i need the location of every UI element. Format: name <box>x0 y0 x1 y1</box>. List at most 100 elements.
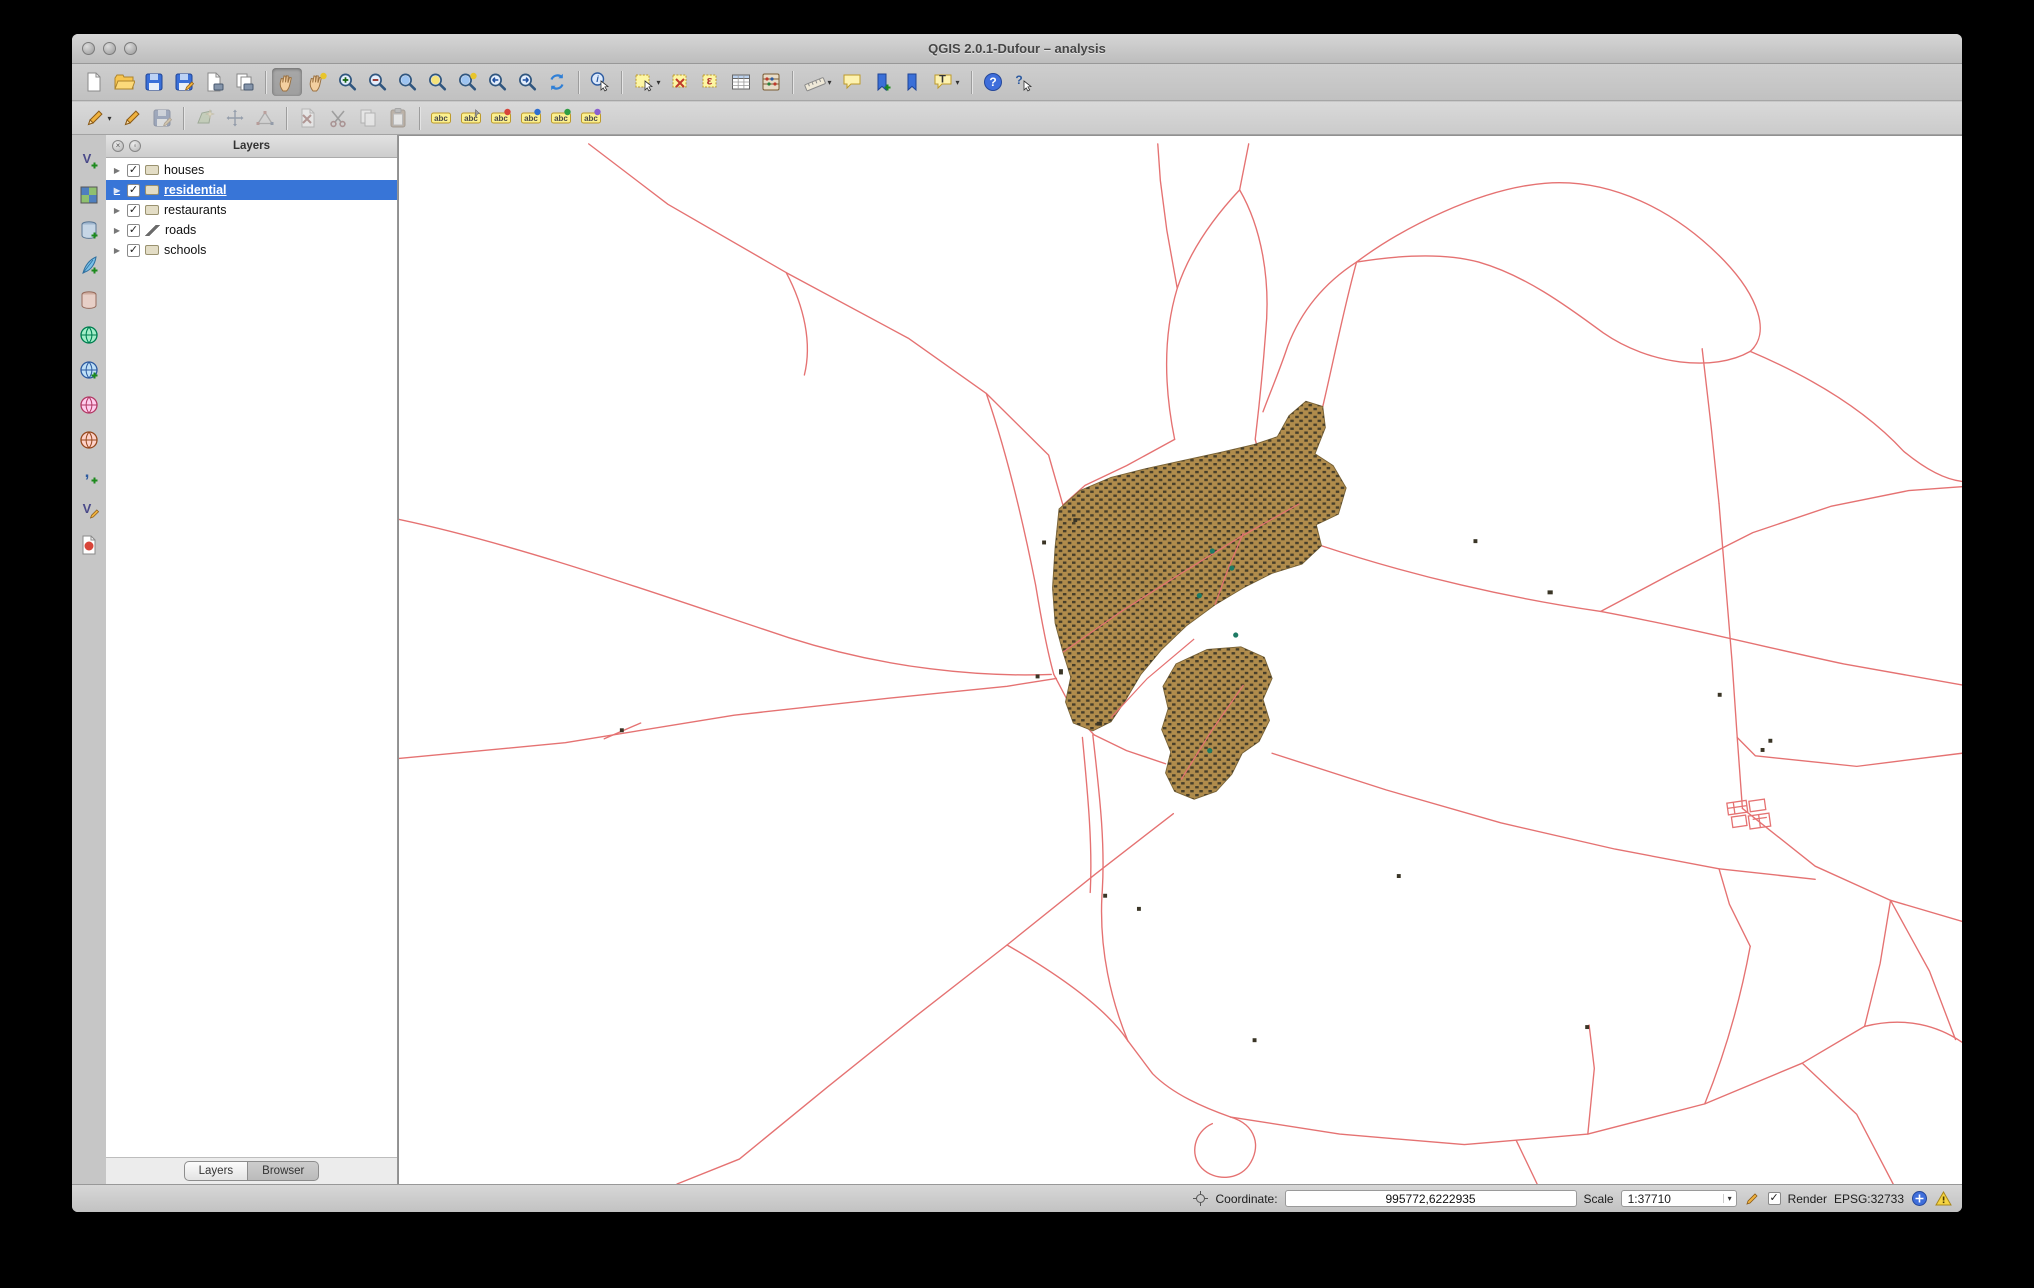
add-mssql-layer-button[interactable] <box>75 287 103 313</box>
layer-visibility-checkbox[interactable]: ✓ <box>127 243 140 257</box>
expand-arrow-icon[interactable]: ▶ <box>112 226 122 235</box>
svg-text:abc: abc <box>494 114 508 123</box>
save-layer-edits-button[interactable] <box>147 104 177 132</box>
layer-item-schools[interactable]: ▶ ✓ schools <box>106 240 397 260</box>
set-scale-icon[interactable] <box>1744 1190 1761 1207</box>
svg-text:T: T <box>940 74 947 86</box>
expand-arrow-icon[interactable]: ▶ <box>112 186 122 195</box>
layer-item-residential[interactable]: ▶ ✓ residential <box>106 180 397 200</box>
delete-selected-button[interactable] <box>293 104 323 132</box>
layer-type-icon <box>145 185 159 195</box>
identify-features-button[interactable]: i <box>585 68 615 96</box>
crs-status-icon[interactable] <box>1911 1190 1928 1207</box>
new-project-button[interactable] <box>79 68 109 96</box>
open-project-button[interactable] <box>109 68 139 96</box>
add-spatialite-layer-button[interactable] <box>75 252 103 278</box>
layer-visibility-checkbox[interactable]: ✓ <box>127 183 140 197</box>
add-wms-layer-button[interactable] <box>75 357 103 383</box>
deselect-features-button[interactable] <box>666 68 696 96</box>
layer-item-restaurants[interactable]: ▶ ✓ restaurants <box>106 200 397 220</box>
expand-arrow-icon[interactable]: ▶ <box>112 206 122 215</box>
mouse-position-icon[interactable] <box>1192 1190 1209 1207</box>
map-canvas[interactable] <box>398 135 1962 1184</box>
close-panel-button[interactable]: × <box>112 140 124 152</box>
node-tool-button[interactable] <box>250 104 280 132</box>
text-annotation-button[interactable]: T ▾ <box>927 68 965 96</box>
qgis-window: QGIS 2.0.1-Dufour – analysis i ▾ ε ▾ T▾ <box>72 34 1962 1212</box>
select-features-button[interactable]: ▾ <box>628 68 666 96</box>
add-feature-button[interactable] <box>190 104 220 132</box>
coordinate-input[interactable] <box>1284 1190 1577 1207</box>
zoom-to-selection-button[interactable] <box>422 68 452 96</box>
title-bar[interactable]: QGIS 2.0.1-Dufour – analysis <box>72 34 1962 64</box>
current-edits-button[interactable]: ▾ <box>79 104 117 132</box>
paste-features-button[interactable] <box>383 104 413 132</box>
field-calculator-button[interactable] <box>756 68 786 96</box>
new-print-composer-button[interactable] <box>199 68 229 96</box>
add-delimited-text-layer-button[interactable]: , <box>75 462 103 488</box>
zoom-out-button[interactable] <box>362 68 392 96</box>
pan-to-selection-button[interactable] <box>302 68 332 96</box>
cut-features-button[interactable] <box>323 104 353 132</box>
new-spatialite-layer-button[interactable] <box>75 532 103 558</box>
add-wfs-layer-button[interactable] <box>75 427 103 453</box>
zoom-full-button[interactable] <box>392 68 422 96</box>
save-project-button[interactable] <box>139 68 169 96</box>
layer-visibility-checkbox[interactable]: ✓ <box>127 163 140 177</box>
add-oracle-layer-button[interactable] <box>75 322 103 348</box>
messages-log-icon[interactable] <box>1935 1190 1952 1207</box>
zoom-in-button[interactable] <box>332 68 362 96</box>
zoom-next-button[interactable] <box>512 68 542 96</box>
new-bookmark-button[interactable] <box>867 68 897 96</box>
pan-map-button[interactable] <box>272 68 302 96</box>
float-panel-button[interactable]: ◦ <box>129 140 141 152</box>
add-raster-layer-button[interactable] <box>75 182 103 208</box>
label-move-button[interactable]: abc <box>516 104 546 132</box>
composer-manager-button[interactable] <box>229 68 259 96</box>
toggle-editing-button[interactable] <box>117 104 147 132</box>
layer-visibility-checkbox[interactable]: ✓ <box>127 203 140 217</box>
main-area: V , V × ◦ Layers ▶ ✓ houses ▶ ✓ resident… <box>72 135 1962 1184</box>
tab-layers[interactable]: Layers <box>183 1161 249 1181</box>
show-bookmarks-button[interactable] <box>897 68 927 96</box>
status-bar: Coordinate: Scale 1:37710 ▾ ✓ Render EPS… <box>72 1184 1962 1212</box>
label-show-hide-button[interactable]: abc <box>486 104 516 132</box>
move-feature-button[interactable] <box>220 104 250 132</box>
new-shapefile-layer-button[interactable]: V <box>75 497 103 523</box>
toolbar-separator <box>419 106 420 130</box>
save-project-as-button[interactable] <box>169 68 199 96</box>
refresh-map-button[interactable] <box>542 68 572 96</box>
scale-combo[interactable]: 1:37710 ▾ <box>1620 1190 1737 1207</box>
close-window-button[interactable] <box>82 42 95 55</box>
add-vector-layer-button[interactable]: V <box>75 147 103 173</box>
expand-arrow-icon[interactable]: ▶ <box>112 166 122 175</box>
map-tips-button[interactable] <box>837 68 867 96</box>
zoom-last-button[interactable] <box>482 68 512 96</box>
open-attribute-table-button[interactable] <box>726 68 756 96</box>
label-pin-button[interactable]: abc <box>456 104 486 132</box>
label-properties-button[interactable]: abc <box>576 104 606 132</box>
label-rotate-button[interactable]: abc <box>546 104 576 132</box>
labeling-button[interactable]: abc <box>426 104 456 132</box>
layer-visibility-checkbox[interactable]: ✓ <box>127 223 140 237</box>
add-postgis-layer-button[interactable] <box>75 217 103 243</box>
render-checkbox[interactable]: ✓ <box>1767 1192 1781 1205</box>
minimize-window-button[interactable] <box>103 42 116 55</box>
select-by-expression-button[interactable]: ε <box>696 68 726 96</box>
help-contents-button[interactable]: ? <box>978 68 1008 96</box>
add-wcs-layer-button[interactable] <box>75 392 103 418</box>
expand-arrow-icon[interactable]: ▶ <box>112 246 122 255</box>
whats-this-button[interactable]: ? <box>1008 68 1038 96</box>
toolbar-separator <box>621 70 622 94</box>
layers-panel: × ◦ Layers ▶ ✓ houses ▶ ✓ residential ▶ … <box>106 135 398 1184</box>
zoom-to-layer-button[interactable] <box>452 68 482 96</box>
measure-line-button[interactable]: ▾ <box>799 68 837 96</box>
layer-item-roads[interactable]: ▶ ✓ roads <box>106 220 397 240</box>
svg-text:V: V <box>83 151 92 166</box>
tab-browser[interactable]: Browser <box>248 1161 320 1181</box>
copy-features-button[interactable] <box>353 104 383 132</box>
coordinate-label: Coordinate: <box>1215 1191 1278 1206</box>
layer-item-houses[interactable]: ▶ ✓ houses <box>106 160 397 180</box>
layer-type-icon <box>145 245 159 255</box>
zoom-window-button[interactable] <box>124 42 137 55</box>
